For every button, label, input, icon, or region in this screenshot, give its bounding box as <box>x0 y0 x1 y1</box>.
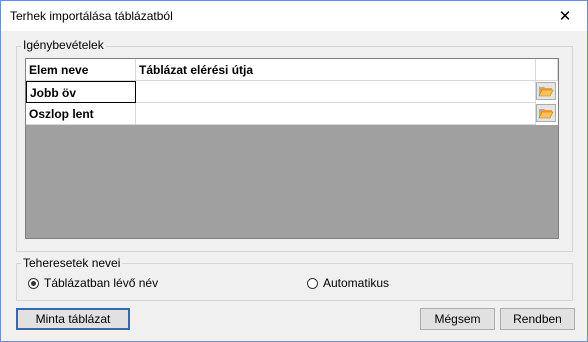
grid-header-row: Elem neve Táblázat elérési útja <box>26 59 558 81</box>
radio-unselected-icon <box>307 277 318 289</box>
radio-automatic-label: Automatikus <box>323 276 390 290</box>
row-name-cell[interactable]: Oszlop lent <box>26 103 136 125</box>
title-bar: Terhek importálása táblázatból ✕ <box>1 1 587 31</box>
radio-selected-icon <box>28 277 39 289</box>
sample-table-button[interactable]: Minta táblázat <box>16 308 130 330</box>
column-header-browse <box>536 59 558 81</box>
table-row[interactable]: Oszlop lent <box>26 103 558 125</box>
radio-table-name[interactable]: Táblázatban lévő név <box>28 276 158 290</box>
folder-open-icon <box>538 87 554 97</box>
ok-button[interactable]: Rendben <box>500 308 575 330</box>
row-path-cell[interactable] <box>136 103 536 125</box>
close-icon: ✕ <box>558 8 572 25</box>
browse-button[interactable] <box>536 104 556 122</box>
column-header-path[interactable]: Táblázat elérési útja <box>136 59 536 81</box>
usage-group-label: Igénybevételek <box>21 38 106 52</box>
loadcase-group-label: Teheresetek nevei <box>21 256 123 270</box>
radio-table-name-label: Táblázatban lévő név <box>44 276 159 290</box>
row-name-cell[interactable]: Jobb öv <box>26 81 136 103</box>
table-row[interactable]: Jobb öv <box>26 81 558 103</box>
import-dialog: Terhek importálása táblázatból ✕ Igénybe… <box>0 0 588 342</box>
window-title: Terhek importálása táblázatból <box>10 9 173 23</box>
row-path-cell[interactable] <box>136 81 536 103</box>
browse-button[interactable] <box>536 82 556 100</box>
usage-grid: Elem neve Táblázat elérési útja Jobb öv … <box>25 58 559 239</box>
radio-automatic[interactable]: Automatikus <box>307 276 389 290</box>
folder-open-icon <box>538 109 554 119</box>
close-button[interactable]: ✕ <box>543 1 587 31</box>
column-header-name[interactable]: Elem neve <box>26 59 136 81</box>
cancel-button[interactable]: Mégsem <box>420 308 495 330</box>
